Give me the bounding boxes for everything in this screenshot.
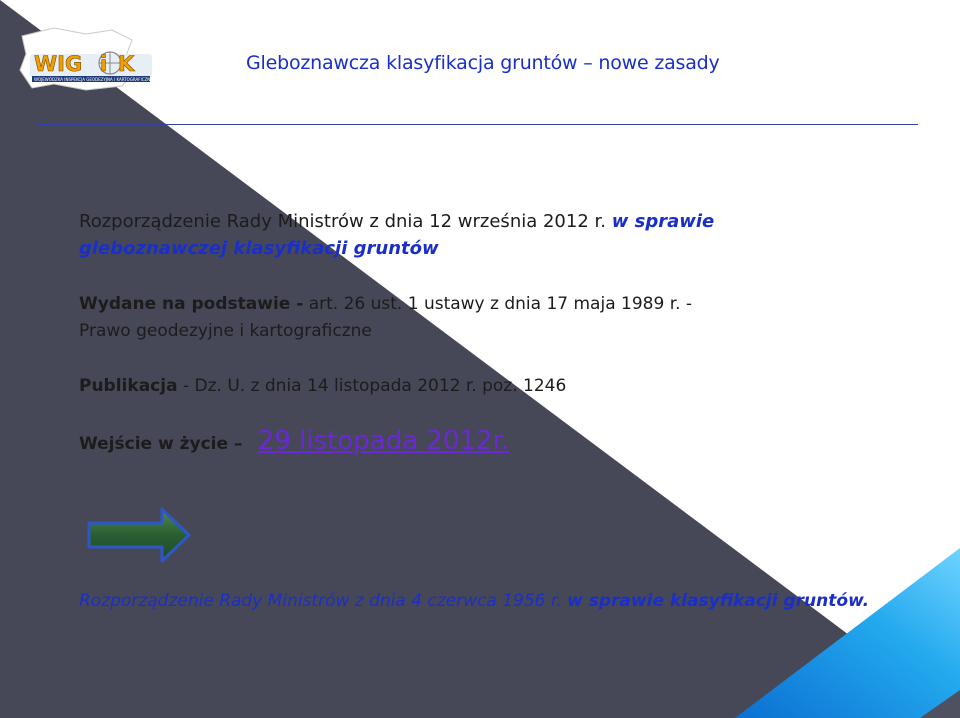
wigik-logo: WIG i K WOJEWÓDZKA INSPEKCJA GEODEZYJNA … bbox=[19, 27, 153, 91]
svg-text:WOJEWÓDZKA INSPEKCJA GEODEZYJN: WOJEWÓDZKA INSPEKCJA GEODEZYJNA I KARTOG… bbox=[34, 77, 153, 82]
svg-text:K: K bbox=[118, 52, 135, 76]
previous-text: Rozporządzenie Rady Ministrów z dnia 4 c… bbox=[79, 591, 562, 611]
issued-label: Wydane na podstawie - bbox=[79, 294, 304, 314]
previous-regulation-paragraph: Rozporządzenie Rady Ministrów z dnia 4 c… bbox=[79, 589, 899, 614]
publication-label: Publikacja bbox=[79, 376, 178, 396]
effective-label: Wejście w życie – bbox=[79, 434, 243, 454]
svg-text:i: i bbox=[100, 52, 107, 76]
publication-text: - Dz. U. z dnia 14 listopada 2012 r. poz… bbox=[182, 376, 567, 396]
svg-text:WIG: WIG bbox=[34, 52, 82, 76]
previous-emphasis: w sprawie klasyfikacji gruntów. bbox=[567, 591, 870, 611]
issued-line1: art. 26 ust. 1 ustawy z dnia 17 maja 198… bbox=[308, 294, 693, 314]
effective-paragraph: Wejście w życie – 29 listopada 2012r. bbox=[79, 424, 879, 461]
next-arrow-button[interactable] bbox=[86, 505, 192, 565]
regulation-paragraph: Rozporządzenie Rady Ministrów z dnia 12 … bbox=[79, 208, 879, 262]
regulation-text: Rozporządzenie Rady Ministrów z dnia 12 … bbox=[79, 211, 606, 232]
regulation-emphasis-2: gleboznawczej klasyfikacji gruntów bbox=[79, 238, 439, 259]
regulation-emphasis-1: w sprawie bbox=[611, 211, 715, 232]
page-title: Gleboznawcza klasyfikacja gruntów – nowe… bbox=[246, 52, 720, 74]
header-divider bbox=[38, 124, 918, 125]
issued-line2: Prawo geodezyjne i kartograficzne bbox=[79, 321, 372, 341]
publication-paragraph: Publikacja - Dz. U. z dnia 14 listopada … bbox=[79, 373, 879, 400]
effective-date-link[interactable]: 29 listopada 2012r. bbox=[258, 426, 509, 456]
issued-paragraph: Wydane na podstawie - art. 26 ust. 1 ust… bbox=[79, 291, 879, 345]
